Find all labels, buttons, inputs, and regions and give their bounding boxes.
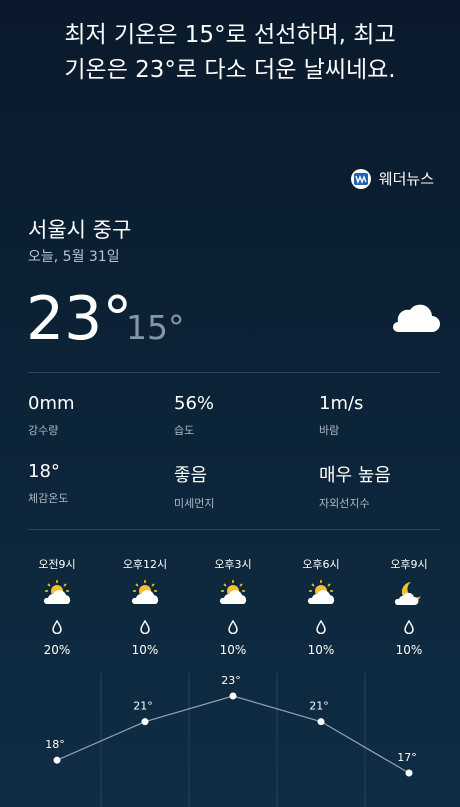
current-temperature: 23° <box>26 284 133 354</box>
hour-time: 오후9시 <box>390 558 428 571</box>
temperature-label: 18° <box>45 738 65 751</box>
brand-link[interactable]: 웨더뉴스 <box>350 168 434 189</box>
stat-label: 체감온도 <box>28 492 69 505</box>
stat-value: 56% <box>174 393 215 414</box>
summary-line-2: 기온은 23°로 다소 더운 날씨네요. <box>64 57 396 83</box>
stat-humidity: 56% 습도 <box>174 393 214 438</box>
stat-label: 바람 <box>319 424 340 437</box>
partly-sunny-icon <box>215 580 251 606</box>
stat-value: 좋음 <box>174 465 208 486</box>
stat-feels-like: 18° 체감온도 <box>28 461 68 506</box>
stat-value: 0mm <box>28 393 75 414</box>
precip-chance: 10% <box>395 643 423 657</box>
forecast-date: 오늘, 5월 31일 <box>28 249 120 265</box>
stat-uv-index: 매우 높음 자외선지수 <box>319 461 391 511</box>
hour-time: 오전9시 <box>38 558 76 571</box>
stat-label: 미세먼지 <box>174 497 215 510</box>
minimum-temperature: 15° <box>126 308 185 347</box>
weather-summary: 최저 기온은 15°로 선선하며, 최고 기온은 23°로 다소 더운 날씨네요… <box>0 18 460 88</box>
temperature-point <box>53 756 61 764</box>
raindrop-icon <box>228 620 238 634</box>
raindrop-icon <box>140 620 150 634</box>
summary-line-1: 최저 기온은 15°로 선선하며, 최고 <box>64 22 396 48</box>
temperature-label: 17° <box>397 751 417 764</box>
divider-bottom <box>28 529 440 530</box>
temperature-point <box>141 718 149 726</box>
temperature-point <box>229 692 237 700</box>
stat-label: 습도 <box>174 424 195 437</box>
temperature-label: 21° <box>133 700 153 713</box>
stat-precipitation: 0mm 강수량 <box>28 393 75 438</box>
raindrop-icon <box>316 620 326 634</box>
raindrop-icon <box>52 620 62 634</box>
stat-wind: 1m/s 바람 <box>319 393 363 438</box>
hourly-temperature-graph: 18° 21° 23° 21° 17° <box>45 673 417 807</box>
temperature-point <box>317 718 325 726</box>
stat-value: 1m/s <box>319 393 364 414</box>
moon-cloud-icon <box>391 580 427 606</box>
stat-fine-dust: 좋음 미세먼지 <box>174 461 214 511</box>
precip-chance: 10% <box>219 643 247 657</box>
hour-time: 오후6시 <box>302 558 340 571</box>
precip-chance: 20% <box>43 643 71 657</box>
temperature-label: 23° <box>221 674 241 687</box>
temperature-point <box>405 769 413 777</box>
precip-chance: 10% <box>131 643 159 657</box>
divider-top <box>28 372 440 373</box>
stat-label: 자외선지수 <box>319 497 370 510</box>
temperature-line <box>56 695 410 774</box>
hour-time: 오후3시 <box>214 558 252 571</box>
partly-sunny-icon <box>127 580 163 606</box>
partly-sunny-icon <box>39 580 75 606</box>
weathernews-logo-icon <box>350 168 371 189</box>
temperature-label: 21° <box>309 700 329 713</box>
hour-time: 오후12시 <box>122 558 168 571</box>
cloud-icon <box>388 300 440 338</box>
location-name: 서울시 중구 <box>28 218 132 242</box>
raindrop-icon <box>404 620 414 634</box>
precip-chance: 10% <box>307 643 335 657</box>
stat-label: 강수량 <box>28 424 59 437</box>
stat-value: 18° <box>28 461 60 482</box>
partly-sunny-icon <box>303 580 339 606</box>
brand-name: 웨더뉴스 <box>378 170 434 188</box>
stat-value: 매우 높음 <box>319 465 391 486</box>
